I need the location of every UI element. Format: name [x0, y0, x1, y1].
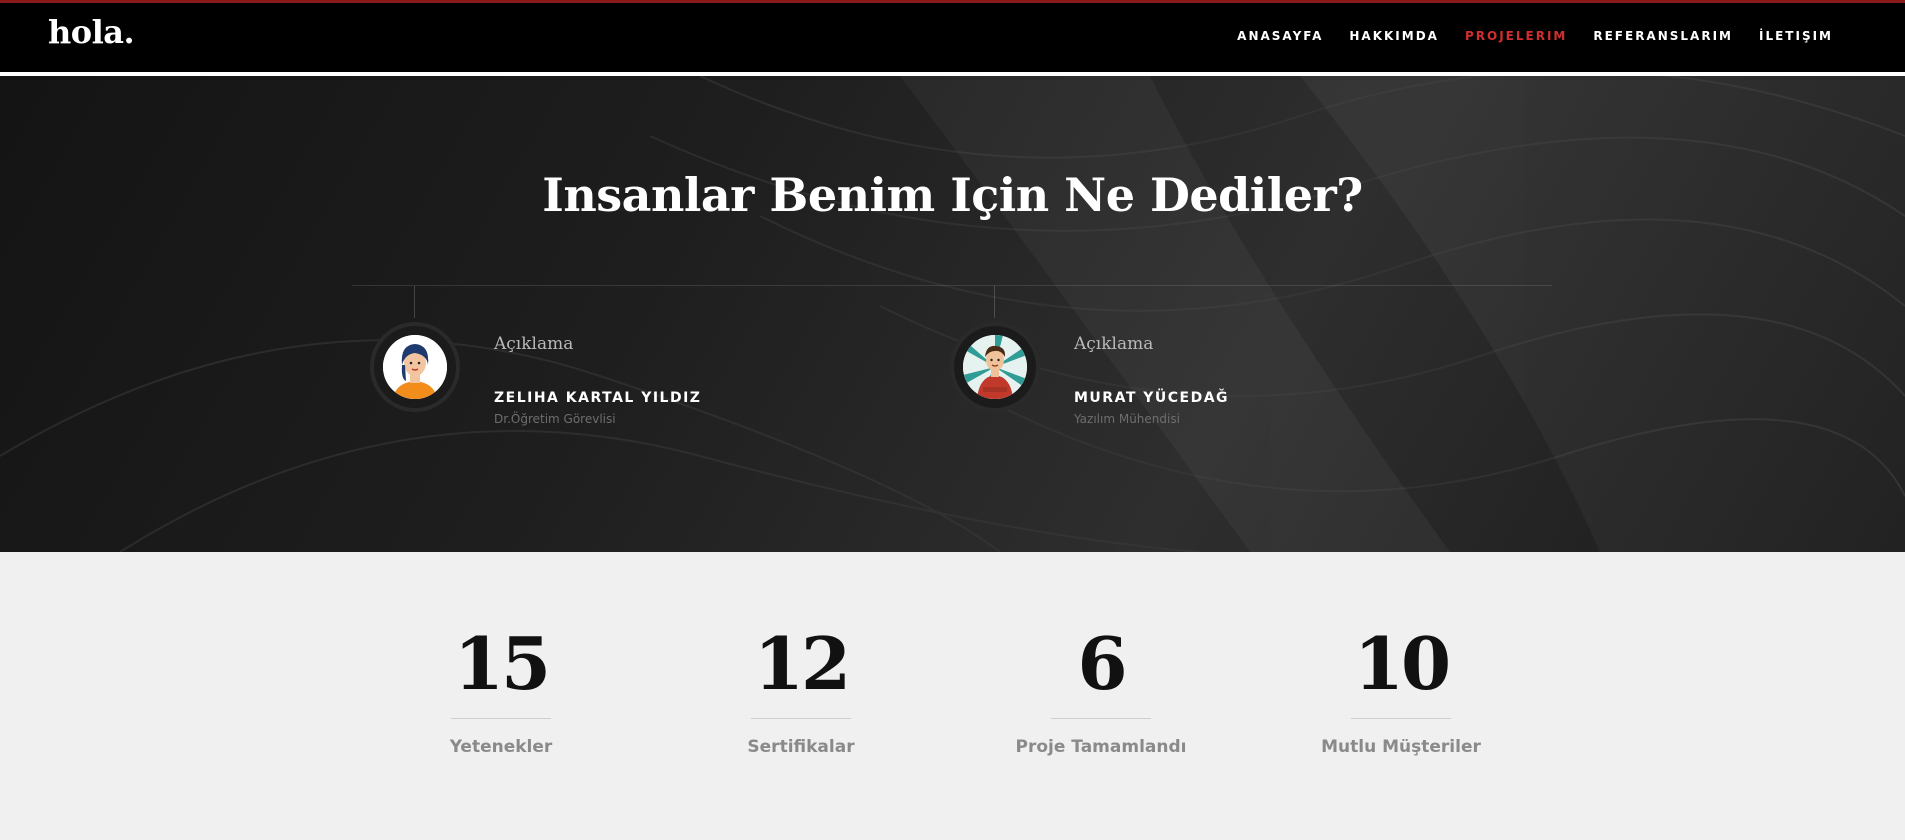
stat-label: Mutlu Müşteriler	[1321, 737, 1481, 757]
stat-divider	[751, 718, 851, 719]
stat-label: Proje Tamamlandı	[1015, 737, 1187, 757]
stat-item: 6 Proje Tamamlandı	[1001, 621, 1201, 758]
testimonial-author: MURAT YÜCEDAĞ	[1074, 390, 1230, 406]
site-logo[interactable]: hola.	[48, 13, 135, 51]
stat-divider	[1051, 718, 1151, 719]
stat-value: 6	[1077, 621, 1127, 706]
testimonial-connector	[414, 286, 415, 318]
avatar-frame	[954, 326, 1036, 408]
stat-divider	[1351, 718, 1451, 719]
testimonial-author: ZELIHA KARTAL YILDIZ	[494, 390, 702, 406]
nav-referanslarim[interactable]: REFERANSLARIM	[1593, 29, 1733, 43]
stats-section: 15 Yetenekler 12 Sertifikalar 6 Proje Ta…	[0, 552, 1905, 840]
stat-value: 12	[753, 621, 851, 706]
hero-background-pattern	[0, 76, 1905, 552]
man-avatar-icon	[963, 335, 1027, 399]
site-header: hola. ANASAYFA HAKKIMDA PROJELERIM REFER…	[0, 0, 1905, 72]
nav-iletisim[interactable]: İLETIŞIM	[1759, 29, 1833, 43]
woman-avatar-icon	[383, 335, 447, 399]
stat-item: 12 Sertifikalar	[701, 621, 901, 758]
testimonial-card: Açıklama MURAT YÜCEDAĞ Yazılım Mühendisi	[954, 326, 1514, 446]
testimonial-connector	[994, 286, 995, 318]
stat-divider	[451, 718, 551, 719]
testimonial-quote: Açıklama	[1074, 334, 1154, 354]
stat-label: Sertifikalar	[747, 737, 855, 757]
testimonials-title: Insanlar Benim Için Ne Dediler?	[542, 168, 1363, 222]
nav-projelerim[interactable]: PROJELERIM	[1465, 29, 1567, 43]
avatar-frame	[374, 326, 456, 408]
testimonials-divider	[352, 285, 1552, 286]
stat-value: 15	[453, 621, 551, 706]
nav-anasayfa[interactable]: ANASAYFA	[1237, 29, 1323, 43]
testimonial-role: Yazılım Mühendisi	[1074, 412, 1180, 426]
stat-item: 15 Yetenekler	[401, 621, 601, 758]
main-nav: ANASAYFA HAKKIMDA PROJELERIM REFERANSLAR…	[1237, 29, 1833, 43]
testimonial-role: Dr.Öğretim Görevlisi	[494, 412, 616, 426]
stat-item: 10 Mutlu Müşteriler	[1301, 621, 1501, 758]
testimonials-section: Insanlar Benim Için Ne Dediler? Açıklama…	[0, 76, 1905, 552]
stat-label: Yetenekler	[449, 737, 553, 757]
nav-hakkimda[interactable]: HAKKIMDA	[1349, 29, 1439, 43]
testimonial-card: Açıklama ZELIHA KARTAL YILDIZ Dr.Öğretim…	[374, 326, 934, 446]
testimonial-quote: Açıklama	[494, 334, 574, 354]
stat-value: 10	[1353, 621, 1451, 706]
